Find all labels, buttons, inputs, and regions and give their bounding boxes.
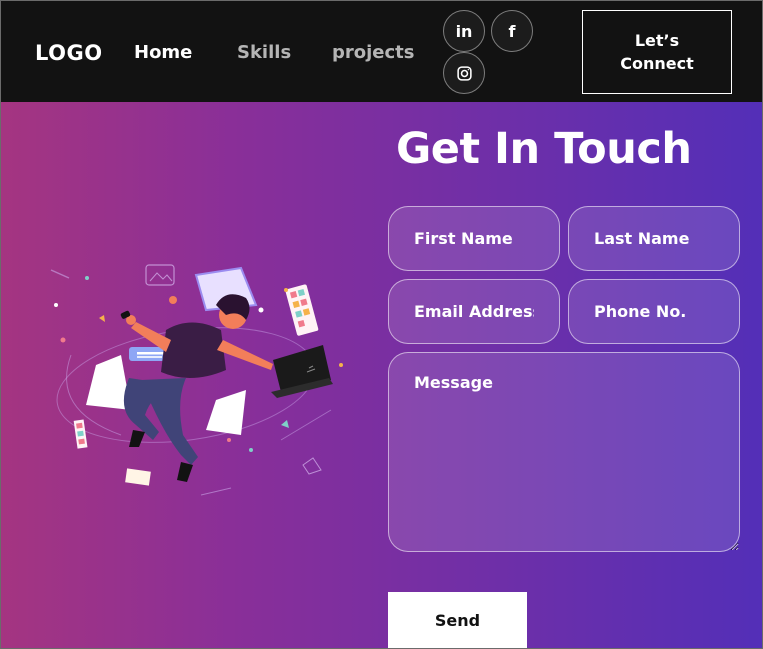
logo[interactable]: LOGO — [35, 41, 103, 65]
app-window: LOGO Home Skills projects in f Let’s Con… — [0, 0, 763, 649]
message-field[interactable] — [388, 352, 740, 552]
email-field[interactable] — [388, 279, 560, 344]
phone-field[interactable] — [568, 279, 740, 344]
linkedin-icon: in — [455, 21, 473, 41]
linkedin-button[interactable]: in — [443, 10, 485, 52]
last-name-field[interactable] — [568, 206, 740, 271]
instagram-button[interactable] — [443, 52, 485, 94]
contact-section: Get In Touch Send — [1, 102, 762, 648]
navbar: LOGO Home Skills projects in f Let’s Con… — [1, 1, 762, 102]
instagram-icon — [456, 65, 472, 81]
nav-link-skills[interactable]: Skills — [237, 42, 291, 63]
nav-link-projects[interactable]: projects — [332, 42, 415, 63]
send-button[interactable]: Send — [388, 592, 527, 648]
contact-illustration — [50, 264, 343, 496]
page-title: Get In Touch — [396, 124, 692, 174]
lets-connect-label: Let’s Connect — [620, 31, 694, 73]
first-name-field[interactable] — [388, 206, 560, 271]
lets-connect-button[interactable]: Let’s Connect — [582, 10, 732, 94]
facebook-button[interactable]: f — [491, 10, 533, 52]
nav-link-home[interactable]: Home — [134, 42, 192, 63]
facebook-icon: f — [508, 21, 516, 41]
